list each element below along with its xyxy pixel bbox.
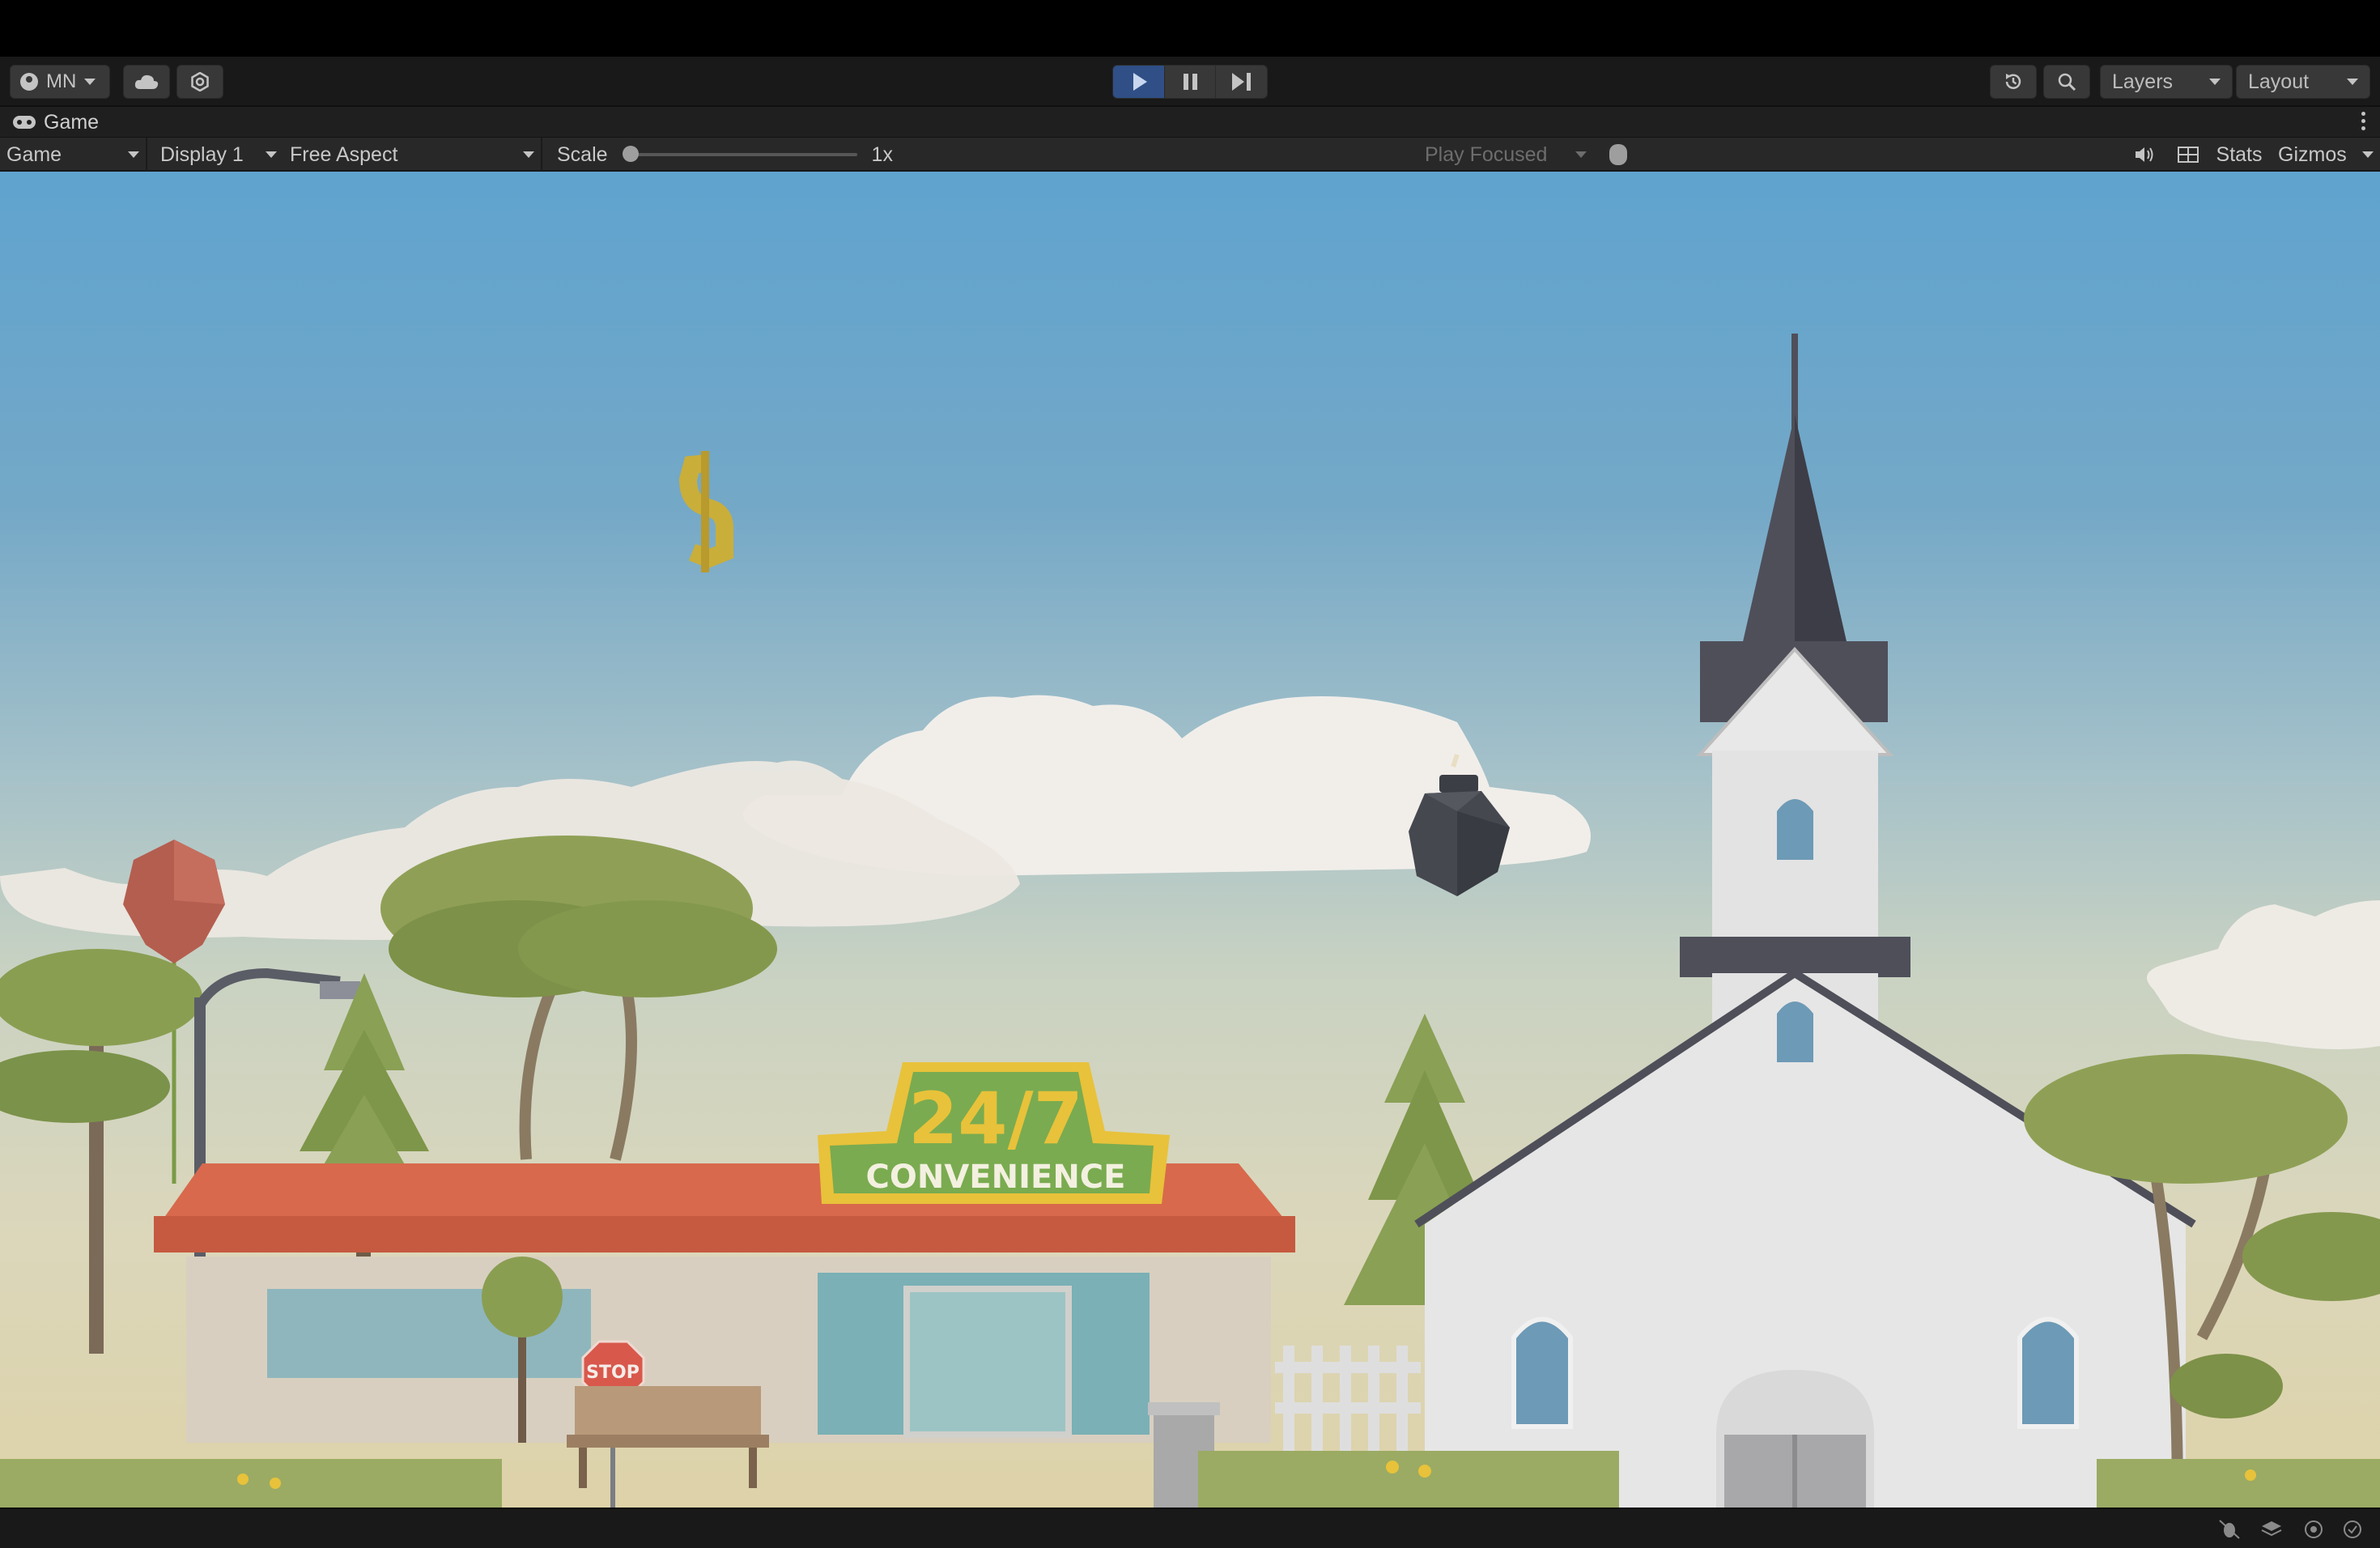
scale-value: 1x <box>871 142 893 166</box>
play-button[interactable] <box>1113 66 1165 98</box>
dollar-coin <box>678 451 733 572</box>
layers-dropdown[interactable]: Layers <box>2100 65 2233 99</box>
play-icon <box>1133 73 1147 91</box>
playmode-controls <box>1112 65 1268 99</box>
account-dropdown[interactable]: MN <box>10 65 110 99</box>
church <box>1414 334 2196 1508</box>
gizmos-dropdown[interactable]: Gizmos <box>2272 138 2380 172</box>
game-view-controls: Game Display 1 Free Aspect Scale 1x Play… <box>0 138 2380 172</box>
resolution-button[interactable] <box>2170 138 2207 172</box>
chevron-down-icon <box>84 79 96 85</box>
scale-slider-handle[interactable] <box>622 146 639 162</box>
gizmos-label: Gizmos <box>2278 142 2347 166</box>
lighting-icon[interactable] <box>2302 1519 2325 1540</box>
store-sign-bottom: CONVENIENCE <box>866 1159 1126 1196</box>
tree-umbrella <box>380 836 777 1161</box>
scale-label: Scale <box>557 142 608 166</box>
main-toolbar: MN Layers Layout <box>0 57 2380 107</box>
step-icon <box>1232 73 1252 91</box>
chevron-down-icon <box>266 151 277 158</box>
status-bar <box>0 1508 2380 1548</box>
step-button[interactable] <box>1216 66 1267 98</box>
window-top-bar <box>0 0 2380 57</box>
settings-icon <box>191 72 209 91</box>
account-label: MN <box>46 70 77 92</box>
history-icon <box>2005 74 2021 89</box>
grid-icon <box>2178 147 2199 163</box>
scale-slider[interactable] <box>622 146 857 162</box>
view-mode-dropdown[interactable]: Game <box>0 138 147 172</box>
stats-button[interactable]: Stats <box>2210 138 2268 172</box>
store-sign-top: 24/7 <box>908 1077 1083 1160</box>
game-scene: 24/7 CONVENIENCE STOP <box>0 334 2380 1508</box>
aspect-dropdown[interactable]: Free Aspect <box>283 138 542 172</box>
tab-game-label: Game <box>44 110 100 134</box>
layout-label: Layout <box>2248 70 2310 93</box>
chevron-down-icon <box>2362 151 2374 158</box>
debug-mode-icon[interactable] <box>2218 1519 2241 1540</box>
layout-dropdown[interactable]: Layout <box>2236 65 2370 99</box>
checkmark-icon[interactable] <box>2341 1519 2364 1540</box>
undo-history-button[interactable] <box>1990 65 2037 99</box>
stats-label: Stats <box>2216 142 2263 166</box>
chevron-down-icon <box>523 151 534 158</box>
frame-debugger-button[interactable] <box>1601 138 1635 172</box>
picket-fence <box>1275 1346 1421 1451</box>
bug-icon <box>1609 144 1627 165</box>
more-options-icon[interactable] <box>2361 112 2365 130</box>
view-mode-label: Game <box>6 142 62 166</box>
pause-button[interactable] <box>1164 66 1217 98</box>
chevron-down-icon <box>2347 79 2358 85</box>
gamepad-icon <box>13 116 36 129</box>
game-tab-bar: Game <box>0 107 2380 138</box>
speaker-icon <box>2136 147 2153 162</box>
chevron-down-icon <box>128 151 139 158</box>
stop-sign-text: STOP <box>586 1363 640 1383</box>
play-mode-label: Play Focused <box>1425 142 1548 166</box>
game-viewport[interactable]: 24/7 CONVENIENCE STOP <box>0 172 2380 1508</box>
cloud-right <box>2147 900 2380 1049</box>
layers-stack-icon[interactable] <box>2260 1519 2283 1540</box>
bench <box>567 1386 769 1488</box>
search-icon <box>2058 73 2076 91</box>
services-settings-button[interactable] <box>176 65 223 99</box>
chevron-down-icon <box>1575 151 1587 158</box>
display-label: Display 1 <box>160 142 244 166</box>
aspect-label: Free Aspect <box>290 142 398 166</box>
account-icon <box>20 73 38 91</box>
cloud-icon <box>134 74 159 89</box>
pause-icon <box>1183 74 1197 90</box>
cloud-button[interactable] <box>123 65 170 99</box>
play-mode-dropdown[interactable]: Play Focused <box>1418 138 1593 172</box>
tab-game[interactable]: Game <box>0 107 99 138</box>
display-dropdown[interactable]: Display 1 <box>154 138 283 172</box>
layers-label: Layers <box>2112 70 2174 93</box>
scale-control: Scale 1x <box>550 138 907 172</box>
chevron-down-icon <box>2209 79 2221 85</box>
search-button[interactable] <box>2043 65 2090 99</box>
mute-audio-button[interactable] <box>2124 138 2165 172</box>
